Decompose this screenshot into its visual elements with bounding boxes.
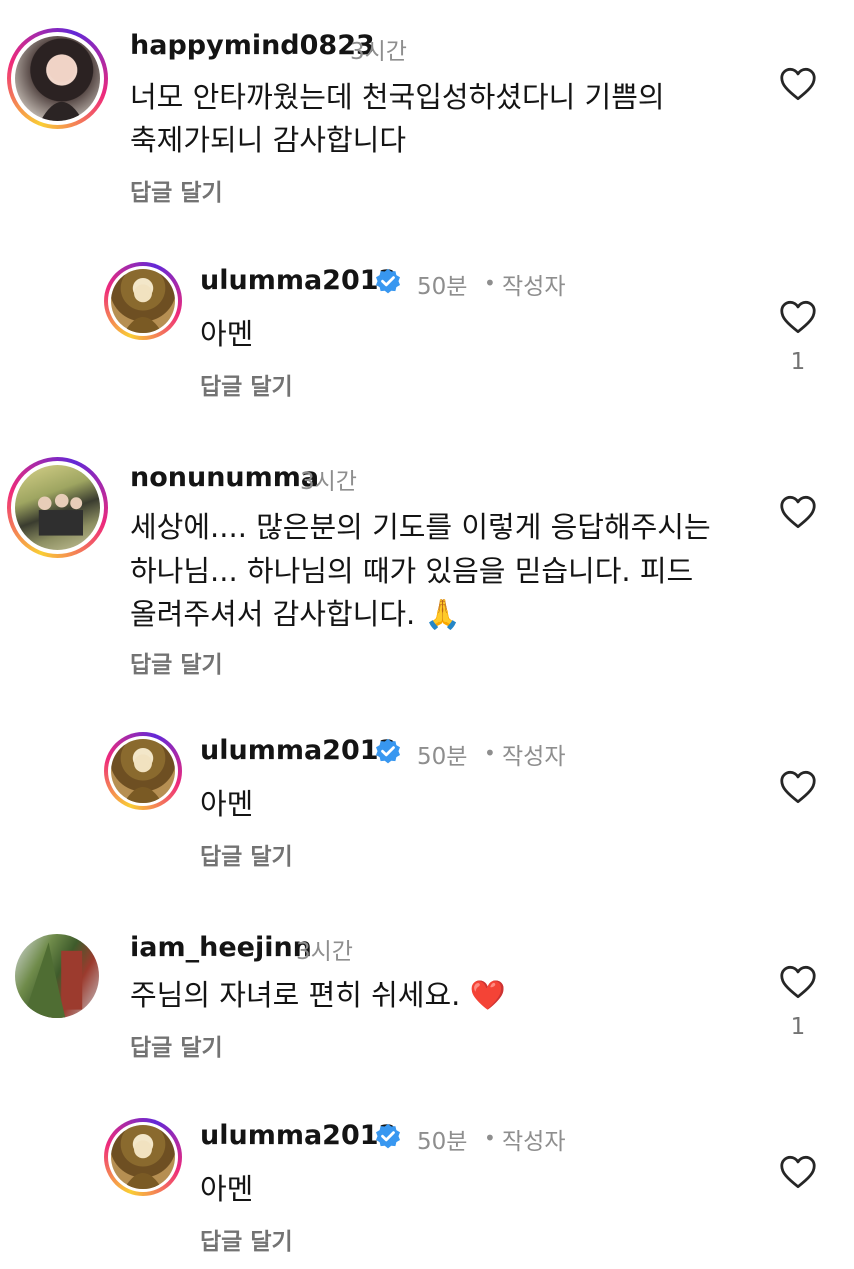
comment-item: nonunumma 3시간 세상에.... 많은분의 기도를 이렇게 응답해주시… — [0, 430, 854, 700]
avatar[interactable] — [15, 934, 99, 1018]
heart-outline-icon[interactable] — [779, 770, 817, 804]
comment-item: ulumma2012 50분 • 작성자 아멘 답글 달기 — [0, 1090, 854, 1269]
like-count: 1 — [790, 1014, 806, 1040]
avatar[interactable] — [104, 262, 182, 340]
comment-time: 3시간 — [300, 469, 357, 495]
comment-text-line: 아멘 — [200, 787, 254, 821]
comment-item: ulumma2012 50분 • 작성자 아멘 답글 달기 — [0, 700, 854, 900]
comment-text-line: 아멘 — [200, 1172, 254, 1206]
comment-username[interactable]: ulumma2012 — [200, 735, 397, 766]
avatar[interactable] — [7, 28, 108, 129]
comment-text-line: 너모 안타까웠는데 천국입성하셨다니 기쁨의 — [130, 80, 665, 114]
comment-time: 50분 — [417, 744, 468, 770]
comment-item: happymind0823 3시간 너모 안타까웠는데 천국입성하셨다니 기쁨의… — [0, 0, 854, 230]
verified-badge-icon — [376, 268, 400, 294]
comment-time: 50분 — [417, 274, 468, 300]
reply-button[interactable]: 답글 달기 — [200, 837, 293, 871]
comment-time: 3시간 — [296, 939, 353, 965]
author-label: 작성자 — [502, 1129, 566, 1155]
reply-button[interactable]: 답글 달기 — [130, 1028, 223, 1062]
heart-outline-icon[interactable] — [779, 1155, 817, 1189]
avatar[interactable] — [104, 732, 182, 810]
avatar[interactable] — [7, 457, 108, 558]
comment-username[interactable]: happymind0823 — [130, 30, 375, 61]
heart-outline-icon[interactable] — [779, 965, 817, 999]
separator-dot: • — [484, 1126, 496, 1150]
verified-badge-icon — [376, 738, 400, 764]
reply-button[interactable]: 답글 달기 — [130, 173, 223, 207]
comment-text-line: 하나님... 하나님의 때가 있음을 믿습니다. 피드 — [130, 554, 694, 588]
reply-button[interactable]: 답글 달기 — [200, 1222, 293, 1256]
author-label: 작성자 — [502, 744, 566, 770]
heart-outline-icon[interactable] — [779, 300, 817, 334]
verified-badge-icon — [376, 1123, 400, 1149]
comment-time: 50분 — [417, 1129, 468, 1155]
comment-time: 3시간 — [350, 39, 407, 65]
avatar[interactable] — [104, 1118, 182, 1196]
comment-username[interactable]: ulumma2012 — [200, 265, 397, 296]
separator-dot: • — [484, 741, 496, 765]
comment-username[interactable]: nonunumma — [130, 462, 319, 493]
comment-text-line: 올려주셔서 감사합니다. 🙏 — [130, 597, 461, 631]
comment-username[interactable]: iam_heejinn — [130, 932, 312, 963]
comment-item: ulumma2012 50분 • 작성자 아멘 답글 달기 1 — [0, 230, 854, 430]
like-count: 1 — [790, 349, 806, 375]
comment-item: iam_heejinn 3시간 주님의 자녀로 편히 쉬세요. ❤️ 답글 달기… — [0, 900, 854, 1090]
heart-outline-icon[interactable] — [779, 495, 817, 529]
comment-text-line: 주님의 자녀로 편히 쉬세요. ❤️ — [130, 978, 506, 1012]
comment-text-line: 세상에.... 많은분의 기도를 이렇게 응답해주시는 — [130, 510, 711, 544]
reply-button[interactable]: 답글 달기 — [200, 367, 293, 401]
reply-button[interactable]: 답글 달기 — [130, 645, 223, 679]
comment-text-line: 축제가되니 감사합니다 — [130, 123, 407, 157]
comment-username[interactable]: ulumma2012 — [200, 1120, 397, 1151]
author-label: 작성자 — [502, 274, 566, 300]
comment-text-line: 아멘 — [200, 317, 254, 351]
separator-dot: • — [484, 271, 496, 295]
heart-outline-icon[interactable] — [779, 67, 817, 101]
